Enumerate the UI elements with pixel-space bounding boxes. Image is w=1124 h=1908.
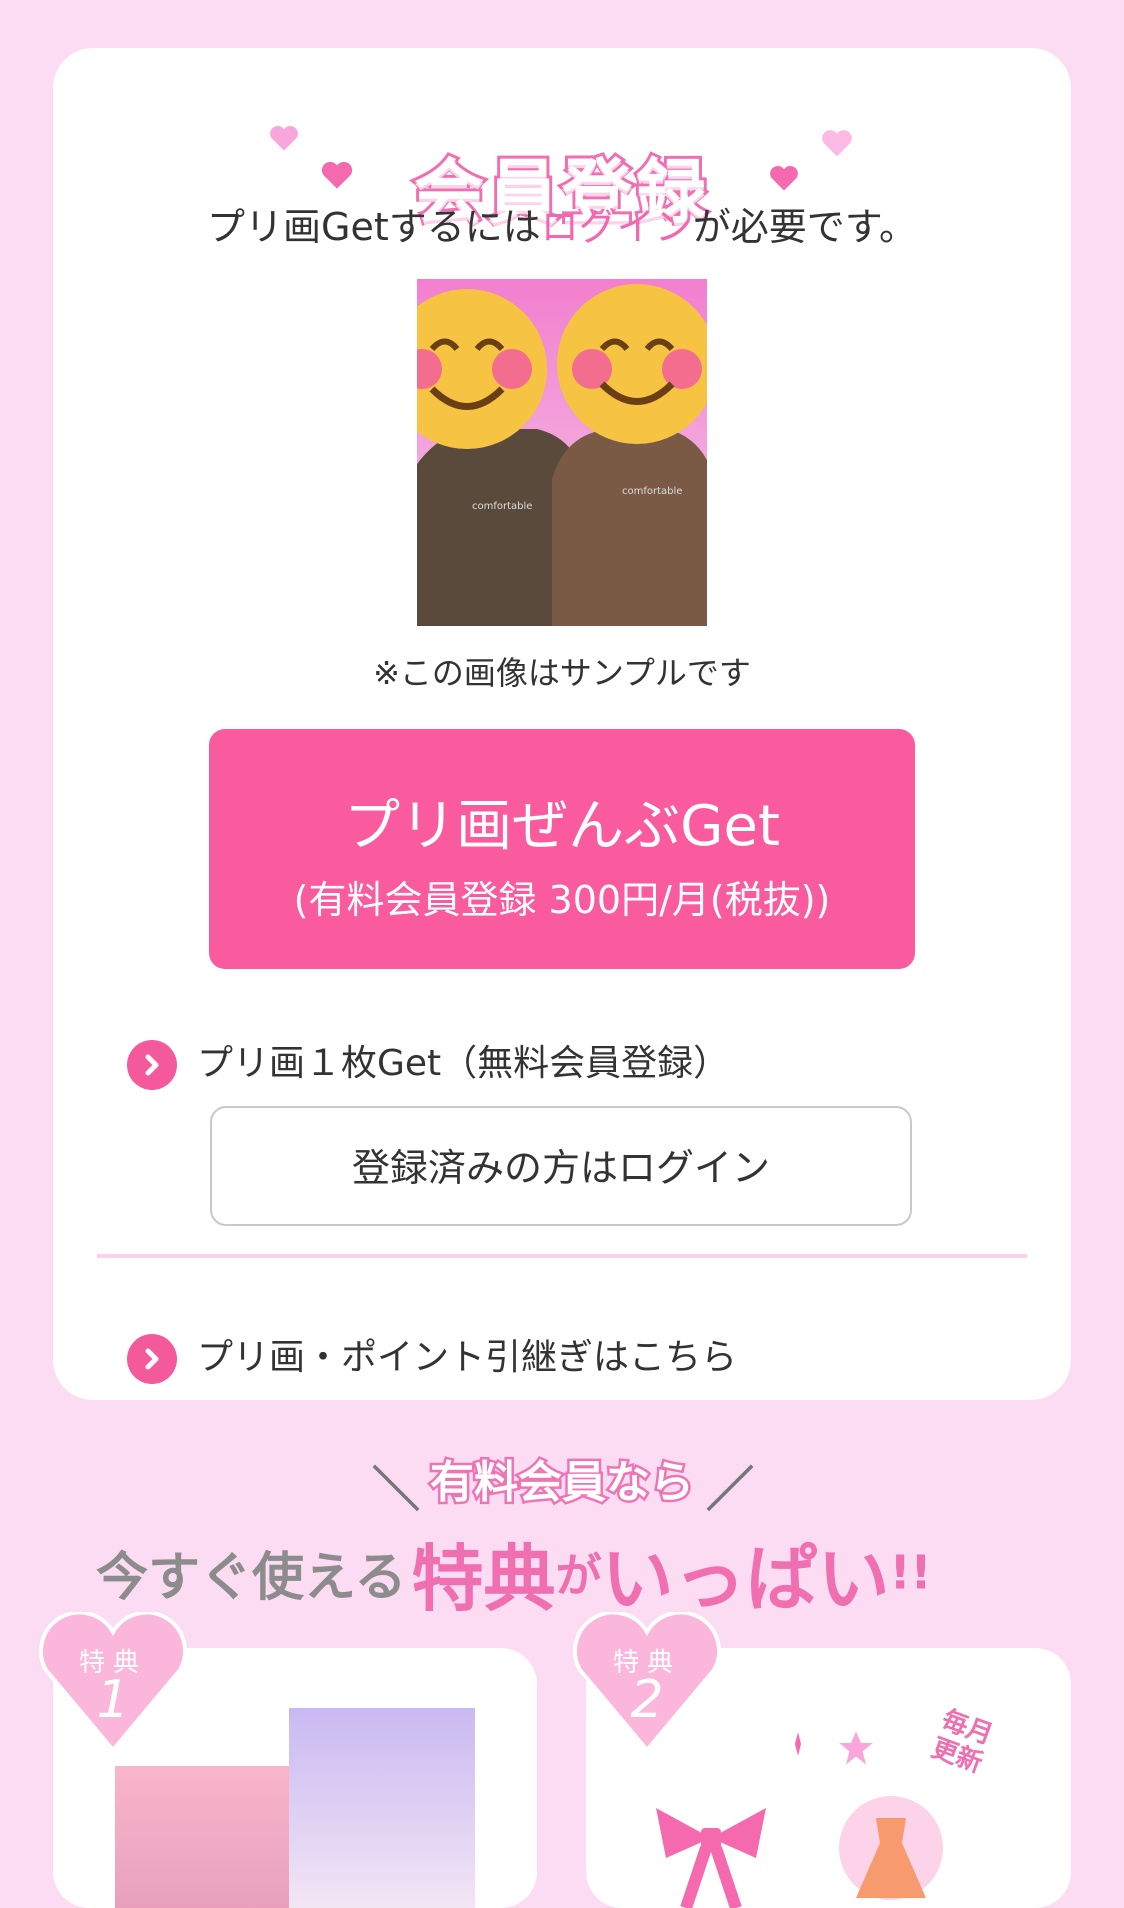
get-all-button-price: (有料会員登録 300円/月(税抜)) [293,878,831,922]
benefit-photo [115,1766,295,1908]
svg-text:comfortable: comfortable [472,501,532,512]
sample-photo: comfortable comfortable [417,279,707,626]
dress-icon [839,1796,943,1900]
promo-subtitle: 有料会員なら [428,1455,697,1511]
transfer-link[interactable]: プリ画・ポイント引継ぎはこちら [127,1328,737,1384]
get-all-paid-button[interactable]: プリ画ぜんぶGet (有料会員登録 300円/月(税抜)) [209,729,915,969]
sparkle-icon [795,1732,801,1756]
divider [97,1254,1027,1258]
promo-headline: 今すぐ使える 特典がいっぱい!! [96,1537,932,1621]
benefit-photo [289,1708,475,1908]
ribbon-icon [656,1808,766,1908]
sample-note: ※この画像はサンプルです [373,654,751,692]
star-icon [839,1731,873,1765]
chevron-right-icon [127,1334,177,1384]
chevron-right-icon [127,1040,177,1090]
register-card: 会員登録 プリ画Getするにはログインが必要です。 comfortable co… [53,48,1071,1400]
decorative-slash: ／ [706,1462,755,1518]
svg-text:comfortable: comfortable [622,486,682,497]
sample-photo-illustration: comfortable comfortable [417,279,707,626]
get-one-free-link[interactable]: プリ画１枚Get（無料会員登録） [127,1034,729,1090]
get-all-button-label: プリ画ぜんぶGet [344,794,780,859]
login-link[interactable]: ログイン [541,205,693,249]
benefit-badge-1: 特典 1 [38,1610,188,1754]
login-button[interactable]: 登録済みの方はログイン [210,1106,912,1226]
benefit-badge-2: 特典 2 [572,1610,722,1754]
login-required-text: プリ画Getするにはログインが必要です。 [207,205,917,249]
